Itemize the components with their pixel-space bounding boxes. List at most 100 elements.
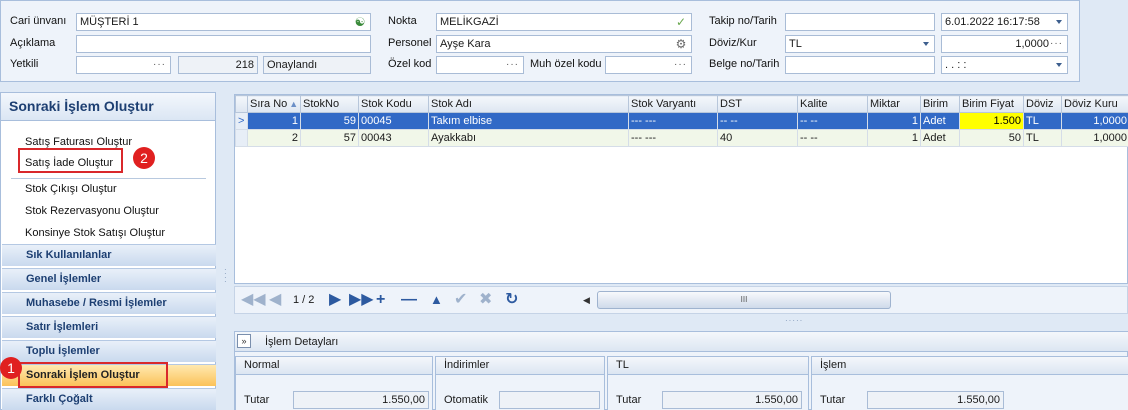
next-page-icon[interactable]: ▶ bbox=[329, 292, 341, 308]
cell-kalite[interactable]: -- -- bbox=[797, 112, 868, 130]
prev-page-icon[interactable]: ◀ bbox=[269, 292, 281, 308]
collapse-icon[interactable]: » bbox=[237, 334, 251, 348]
cancel-edit-icon[interactable]: ✖ bbox=[479, 292, 492, 308]
cell-varyant[interactable]: --- --- bbox=[628, 129, 718, 147]
splitter-grip[interactable]: · · · · bbox=[224, 266, 228, 288]
col-doviz[interactable]: Döviz bbox=[1023, 95, 1062, 113]
cell-birim[interactable]: Adet bbox=[920, 112, 960, 130]
chevron-down-icon[interactable] bbox=[923, 42, 929, 46]
nav-item-stok-cikisi[interactable]: Stok Çıkışı Oluştur bbox=[25, 183, 117, 195]
cell-dst[interactable]: -- -- bbox=[717, 112, 798, 130]
ellipsis-icon[interactable]: ··· bbox=[1050, 36, 1063, 52]
cell-kalite[interactable]: -- -- bbox=[797, 129, 868, 147]
cell-doviz[interactable]: TL bbox=[1023, 112, 1062, 130]
col-birim[interactable]: Birim bbox=[920, 95, 960, 113]
horizontal-scrollbar-thumb[interactable]: III bbox=[597, 291, 891, 309]
col-kur[interactable]: Döviz Kuru bbox=[1061, 95, 1128, 113]
post-edit-icon[interactable]: ✔ bbox=[454, 292, 467, 308]
nokta-field[interactable]: MELİKGAZİ ✓ bbox=[436, 13, 692, 31]
col-kalite[interactable]: Kalite bbox=[797, 95, 868, 113]
kur-field[interactable]: 1,0000 ··· bbox=[941, 35, 1068, 53]
cell-ad[interactable]: Takım elbise bbox=[428, 112, 629, 130]
ozelkod-field[interactable]: ··· bbox=[436, 56, 524, 74]
edit-row-icon[interactable]: ▲ bbox=[430, 292, 443, 308]
group-farkli-cogalt[interactable]: Farklı Çoğalt bbox=[2, 388, 216, 410]
doviz-select[interactable]: TL bbox=[785, 35, 935, 53]
nav-item-stok-rezervasyonu[interactable]: Stok Rezervasyonu Oluştur bbox=[25, 205, 159, 217]
cell-ad[interactable]: Ayakkabı bbox=[428, 129, 629, 147]
personel-value: Ayşe Kara bbox=[440, 38, 491, 50]
group-muhasebe[interactable]: Muhasebe / Resmi İşlemler bbox=[2, 292, 216, 314]
cell-kod[interactable]: 00043 bbox=[358, 129, 429, 147]
cell-stokno[interactable]: 57 bbox=[300, 129, 359, 147]
step-badge-1: 1 bbox=[0, 357, 22, 379]
group-title: TL bbox=[608, 357, 808, 375]
yetkili-field[interactable]: ··· bbox=[76, 56, 171, 74]
muhozelkod-field[interactable]: ··· bbox=[605, 56, 692, 74]
yetkili-label: Yetkili bbox=[10, 58, 39, 70]
col-stokkodu[interactable]: Stok Kodu bbox=[358, 95, 429, 113]
ozelkod-label: Özel kod bbox=[388, 58, 432, 70]
nav-item-konsinye[interactable]: Konsinye Stok Satışı Oluştur bbox=[25, 227, 165, 239]
group-satir-islemleri[interactable]: Satır İşlemleri bbox=[2, 316, 216, 338]
cari-field[interactable]: MÜŞTERİ 1 ☯ bbox=[76, 13, 371, 31]
scroll-left-icon[interactable]: ◀ bbox=[583, 295, 590, 306]
cell-miktar[interactable]: 1 bbox=[867, 112, 921, 130]
refresh-icon[interactable]: ↻ bbox=[505, 292, 518, 308]
panel-title: Sonraki İşlem Oluştur bbox=[1, 93, 215, 121]
cell-stokno[interactable]: 59 bbox=[300, 112, 359, 130]
col-fiyat[interactable]: Birim Fiyat bbox=[959, 95, 1024, 113]
col-varyant[interactable]: Stok Varyantı bbox=[628, 95, 718, 113]
cell-varyant[interactable]: --- --- bbox=[628, 112, 718, 130]
aciklama-field[interactable] bbox=[76, 35, 371, 53]
first-page-icon[interactable]: ◀◀ bbox=[241, 292, 266, 308]
items-grid[interactable]: Sıra No ▲ StokNo Stok Kodu Stok Adı Stok … bbox=[234, 94, 1128, 284]
last-page-icon[interactable]: ▶▶ bbox=[349, 292, 374, 308]
table-row[interactable]: 2 57 00043 Ayakkabı --- --- 40 -- -- 1 A… bbox=[235, 129, 1128, 147]
belge-date-field[interactable]: . . : : bbox=[941, 56, 1068, 74]
cell-kod[interactable]: 00045 bbox=[358, 112, 429, 130]
group-sik-kullanilanlar[interactable]: Sık Kullanılanlar bbox=[2, 244, 216, 266]
table-row[interactable]: > 1 59 00045 Takım elbise --- --- -- -- … bbox=[235, 112, 1128, 130]
nav-item-satis-faturasi[interactable]: Satış Faturası Oluştur bbox=[25, 136, 132, 148]
status-value: Onaylandı bbox=[267, 59, 318, 71]
col-sira[interactable]: Sıra No ▲ bbox=[247, 95, 301, 113]
group-genel-islemler[interactable]: Genel İşlemler bbox=[2, 268, 216, 290]
ellipsis-icon[interactable]: ··· bbox=[153, 57, 166, 73]
belge-no-field[interactable] bbox=[785, 56, 935, 74]
takip-date-field[interactable]: 6.01.2022 16:17:58 bbox=[941, 13, 1068, 31]
cell-kur[interactable]: 1,0000 bbox=[1061, 112, 1128, 130]
cell-miktar[interactable]: 1 bbox=[867, 129, 921, 147]
checkmark-icon[interactable]: ✓ bbox=[674, 15, 688, 29]
cell-dst[interactable]: 40 bbox=[717, 129, 798, 147]
col-dst[interactable]: DST bbox=[717, 95, 798, 113]
personel-field[interactable]: Ayşe Kara ⚙ bbox=[436, 35, 692, 53]
detail-header: » İşlem Detayları bbox=[235, 332, 1128, 352]
islem-tutar-value: 1.550,00 bbox=[957, 394, 1000, 406]
person-search-icon[interactable]: ⚙ bbox=[674, 37, 688, 51]
add-row-icon[interactable]: + bbox=[376, 292, 385, 308]
group-toplu-islemler[interactable]: Toplu İşlemler bbox=[2, 340, 216, 362]
col-stokno[interactable]: StokNo bbox=[300, 95, 359, 113]
cell-sira[interactable]: 2 bbox=[247, 129, 301, 147]
col-stokadi[interactable]: Stok Adı bbox=[428, 95, 629, 113]
cell-kur[interactable]: 1,0000 bbox=[1061, 129, 1128, 147]
takip-no-field[interactable] bbox=[785, 13, 935, 31]
ellipsis-icon[interactable]: ··· bbox=[674, 57, 687, 73]
cell-fiyat[interactable]: 50 bbox=[959, 129, 1024, 147]
detail-panel: » İşlem Detayları Normal Tutar 1.550,00 … bbox=[234, 331, 1128, 410]
splitter-grip-horizontal[interactable]: ····· bbox=[785, 316, 803, 325]
cell-birim[interactable]: Adet bbox=[920, 129, 960, 147]
contacts-icon[interactable]: ☯ bbox=[353, 15, 367, 29]
delete-row-icon[interactable]: — bbox=[401, 292, 417, 308]
col-miktar[interactable]: Miktar bbox=[867, 95, 921, 113]
personel-label: Personel bbox=[388, 37, 432, 49]
chevron-down-icon[interactable] bbox=[1056, 20, 1062, 24]
cell-fiyat[interactable]: 1.500 bbox=[959, 112, 1024, 130]
chevron-down-icon[interactable] bbox=[1056, 63, 1062, 67]
cell-doviz[interactable]: TL bbox=[1023, 129, 1062, 147]
cell-sira[interactable]: 1 bbox=[247, 112, 301, 130]
highlight-box-sonraki bbox=[18, 362, 168, 388]
group-title: İşlem bbox=[812, 357, 1128, 375]
ellipsis-icon[interactable]: ··· bbox=[506, 57, 519, 73]
